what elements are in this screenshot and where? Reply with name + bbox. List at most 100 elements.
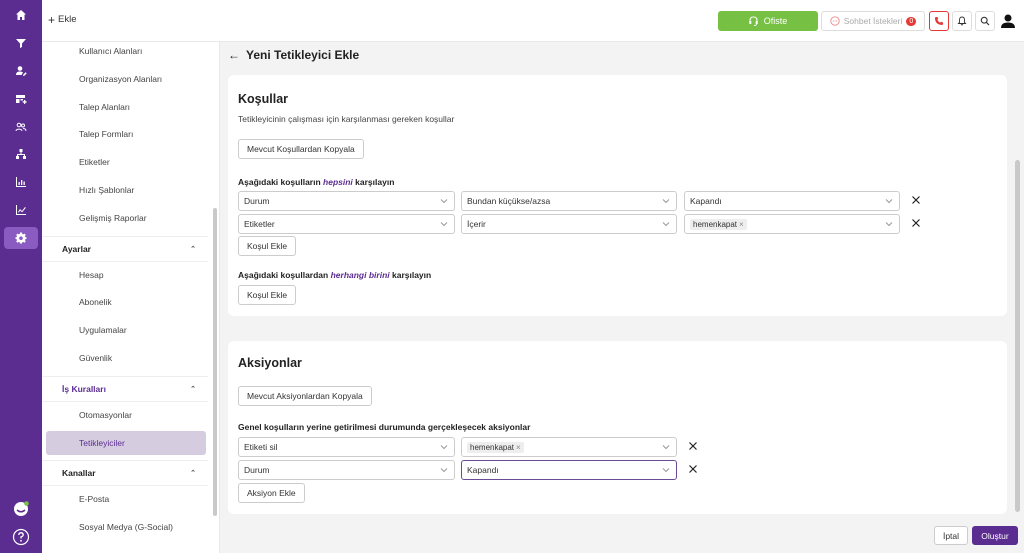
chat-bot-icon[interactable] xyxy=(0,500,42,518)
tag-chip: hemenkapat × xyxy=(690,218,747,230)
sidebar-group-label: Ayarlar xyxy=(62,243,91,254)
notifications-button[interactable] xyxy=(952,11,972,31)
contacts-icon[interactable] xyxy=(0,116,42,138)
action-field-select[interactable]: Etiketi sil xyxy=(238,437,455,457)
filter-icon[interactable] xyxy=(0,32,42,54)
chat-requests-label: Sohbet İstekleri xyxy=(843,16,903,26)
search-icon xyxy=(980,16,990,26)
home-icon[interactable] xyxy=(0,4,42,26)
sidebar-divider xyxy=(42,235,208,237)
avatar[interactable] xyxy=(998,11,1018,31)
remove-action-icon[interactable] xyxy=(688,441,698,451)
user-icon xyxy=(1001,14,1015,28)
sidebar-item[interactable]: Gelişmiş Raporlar xyxy=(42,206,208,230)
chevron-up-icon: ⌃ xyxy=(190,385,196,393)
condition-operator-select[interactable]: İçerir xyxy=(461,214,677,234)
condition-value-select[interactable]: Kapandı xyxy=(684,191,900,211)
chat-requests-count: 0 xyxy=(906,16,917,26)
bell-icon xyxy=(957,16,967,26)
remove-condition-icon[interactable] xyxy=(911,195,921,205)
create-button[interactable]: Oluştur xyxy=(972,526,1018,545)
cancel-button[interactable]: İptal xyxy=(934,526,968,545)
sidebar-divider xyxy=(42,375,208,377)
all-conditions-label: Aşağıdaki koşulların hepsini karşılayın xyxy=(238,177,395,187)
search-button[interactable] xyxy=(975,11,995,31)
add-action-button[interactable]: Aksiyon Ekle xyxy=(238,483,305,503)
sidebar-divider xyxy=(42,485,208,487)
sidebar-divider xyxy=(42,400,208,402)
copy-conditions-button[interactable]: Mevcut Koşullardan Kopyala xyxy=(238,139,364,159)
remove-condition-icon[interactable] xyxy=(911,218,921,228)
sidebar-item[interactable]: Uygulamalar xyxy=(42,318,208,342)
copy-actions-button[interactable]: Mevcut Aksiyonlardan Kopyala xyxy=(238,386,372,406)
condition-tag-input[interactable]: hemenkapat × xyxy=(684,214,900,234)
sidebar-divider xyxy=(42,460,208,462)
any-conditions-label: Aşağıdaki koşullardan herhangi birini ka… xyxy=(238,270,432,280)
phone-icon xyxy=(935,17,943,25)
plus-icon: + xyxy=(48,12,56,27)
tag-remove-icon[interactable]: × xyxy=(516,443,521,452)
sidebar-item[interactable]: Otomasyonlar xyxy=(42,403,208,427)
sidebar-item[interactable]: Etiketler xyxy=(42,150,208,174)
action-field-select[interactable]: Durum xyxy=(238,460,455,480)
sidebar-item[interactable]: Hızlı Şablonlar xyxy=(42,178,208,202)
sidebar-item[interactable]: Güvenlik xyxy=(42,346,208,370)
status-label: Ofiste xyxy=(763,16,788,26)
chevron-down-icon xyxy=(885,222,893,227)
sidebar-item[interactable]: Organizasyon Alanları xyxy=(42,67,208,91)
main-scrollbar[interactable] xyxy=(1015,160,1020,512)
sidebar-scrollbar[interactable] xyxy=(213,208,217,516)
action-value-select[interactable]: Kapandı xyxy=(461,460,677,480)
app-rail xyxy=(0,0,42,553)
add-button-label: Ekle xyxy=(58,14,77,25)
page-header: ← Yeni Tetikleyici Ekle xyxy=(228,48,359,62)
chevron-down-icon xyxy=(440,445,448,450)
condition-field-select[interactable]: Etiketler xyxy=(238,214,455,234)
sidebar-item[interactable]: Talep Formları xyxy=(42,122,208,146)
actions-title: Aksiyonlar xyxy=(238,356,302,370)
chevron-down-icon xyxy=(662,445,670,450)
sidebar-group-header[interactable]: Kanallar ⌃ xyxy=(42,462,208,484)
chat-icon xyxy=(830,16,840,26)
add-button[interactable]: + Ekle xyxy=(48,12,77,27)
remove-action-icon[interactable] xyxy=(688,464,698,474)
sidebar-group-label: İş Kuralları xyxy=(62,383,106,394)
conditions-card: Koşullar Tetikleyicinin çalışması için k… xyxy=(228,75,1007,316)
conditions-title: Koşullar xyxy=(238,92,289,106)
add-condition-button[interactable]: Koşul Ekle xyxy=(238,236,297,256)
back-arrow-icon[interactable]: ← xyxy=(228,48,240,62)
sidebar-item[interactable]: Sosyal Medya (G-Social) xyxy=(42,515,208,539)
action-tag-input[interactable]: hemenkapat × xyxy=(461,437,677,457)
bar-chart-icon[interactable] xyxy=(0,199,42,221)
condition-operator-select[interactable]: Bundan küçükse/azsa xyxy=(461,191,677,211)
add-any-condition-button[interactable]: Koşul Ekle xyxy=(238,285,297,305)
chevron-down-icon xyxy=(885,199,893,204)
sidebar-item[interactable]: E-Posta xyxy=(42,487,208,511)
chevron-down-icon xyxy=(440,199,448,204)
actions-card: Aksiyonlar Mevcut Aksiyonlardan Kopyala … xyxy=(228,341,1007,514)
sidebar-item[interactable]: Talep Alanları xyxy=(42,95,208,119)
chevron-down-icon xyxy=(662,222,670,227)
settings-icon[interactable] xyxy=(4,227,38,249)
user-edit-icon[interactable] xyxy=(0,60,42,82)
sidebar-group-header[interactable]: Ayarlar ⌃ xyxy=(42,238,208,260)
chat-requests-button[interactable]: Sohbet İstekleri 0 xyxy=(821,11,925,31)
headset-icon xyxy=(749,16,758,26)
sidebar-item[interactable]: Hesap xyxy=(42,263,208,287)
sidebar-group-header[interactable]: İş Kuralları ⌃ xyxy=(42,378,208,400)
chevron-down-icon xyxy=(662,468,670,473)
sidebar-item[interactable]: Kullanıcı Alanları xyxy=(42,42,208,63)
table-add-icon[interactable] xyxy=(0,88,42,110)
help-icon[interactable] xyxy=(0,528,42,546)
sidebar-item[interactable]: Tetikleyiciler xyxy=(46,430,206,455)
phone-button[interactable] xyxy=(929,11,949,31)
chart-icon[interactable] xyxy=(0,171,42,193)
tag-remove-icon[interactable]: × xyxy=(739,220,744,229)
condition-field-select[interactable]: Durum xyxy=(238,191,455,211)
status-button[interactable]: Ofiste xyxy=(718,11,818,31)
sidebar-item[interactable]: Abonelik xyxy=(42,290,208,314)
chevron-down-icon xyxy=(662,199,670,204)
hierarchy-icon[interactable] xyxy=(0,143,42,165)
chevron-down-icon xyxy=(440,468,448,473)
settings-sidebar: Kullanıcı Alanları Organizasyon Alanları T… xyxy=(42,42,220,553)
